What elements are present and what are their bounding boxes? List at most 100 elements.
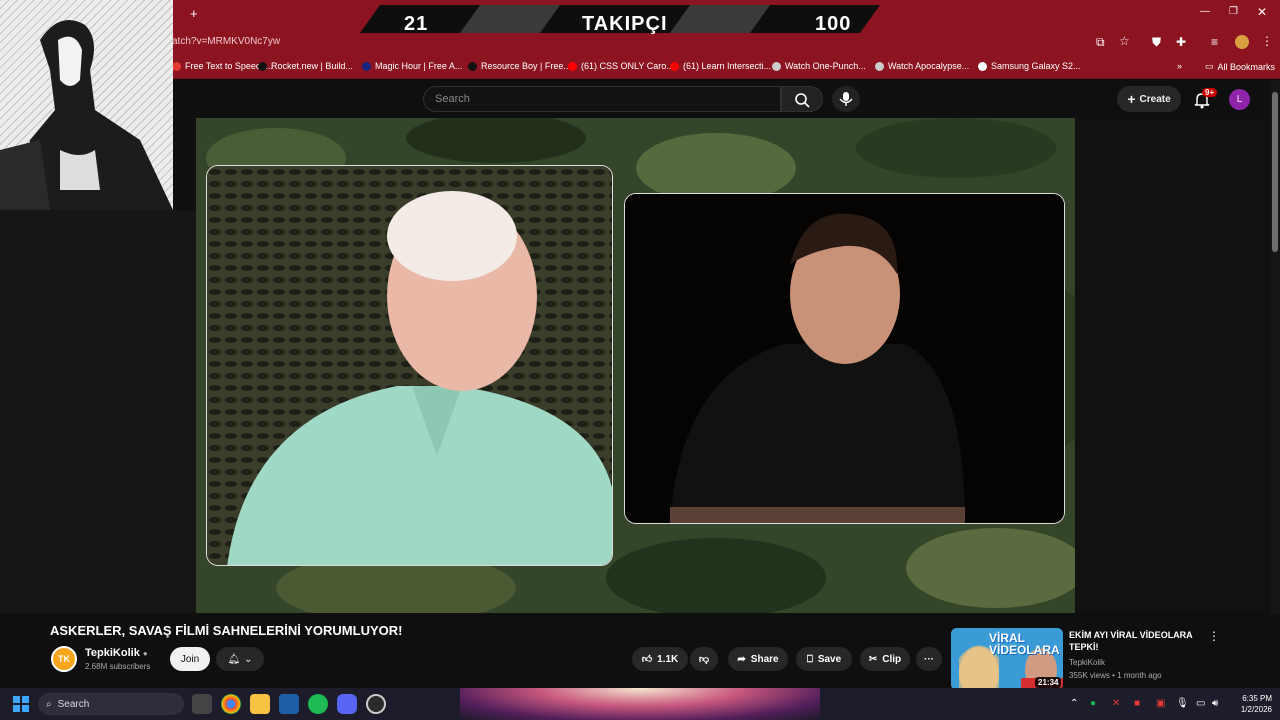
tray-mic-muted-icon[interactable]: ✕ (1112, 698, 1120, 709)
bookmark-item[interactable]: Watch Apocalypse... (875, 61, 969, 71)
new-tab-button[interactable]: + (190, 6, 198, 21)
tray-record-icon[interactable]: ■ (1134, 698, 1140, 709)
create-button[interactable]: + Create (1117, 86, 1181, 112)
all-bookmarks-button[interactable]: ▭ All Bookmarks (1205, 61, 1275, 72)
more-actions-button[interactable]: ··· (916, 647, 942, 671)
channel-avatar[interactable]: TK (51, 646, 77, 672)
bookmark-favicon-icon (772, 61, 781, 71)
speaker-figure (625, 194, 1064, 523)
video-player[interactable] (196, 118, 1075, 613)
manga-character-illustration (0, 0, 173, 210)
close-window-button[interactable]: ✕ (1257, 5, 1267, 19)
join-button[interactable]: Join (170, 647, 210, 671)
bookmark-favicon-icon (172, 61, 181, 71)
clip-button[interactable]: ✂ Clip (860, 647, 910, 671)
tray-app-icon[interactable]: ▣ (1156, 698, 1165, 709)
browser-menu-icon[interactable]: ⋮ (1261, 34, 1273, 48)
calculator-icon[interactable] (279, 694, 299, 714)
thumbs-up-icon: 👍︎ (641, 654, 653, 665)
dislike-button[interactable]: 👎︎ (690, 647, 718, 671)
save-button[interactable]: ⎕ Save (796, 647, 852, 671)
bookmark-favicon-icon (362, 61, 371, 71)
search-button[interactable] (781, 86, 823, 112)
bookmark-star-icon[interactable]: ☆ (1119, 34, 1130, 48)
taskbar-search[interactable]: ⌕ Search (38, 693, 184, 715)
search-input[interactable]: Search (423, 86, 781, 112)
clip-label: Clip (882, 653, 902, 665)
wallpaper-glow (460, 688, 820, 720)
scrollbar-thumb[interactable] (1272, 92, 1278, 252)
tray-spotify-icon[interactable]: ● (1090, 698, 1096, 709)
recommended-video-meta: 355K views • 1 month ago (1069, 671, 1162, 680)
obs-icon[interactable] (366, 694, 386, 714)
notification-count-badge: 9+ (1202, 88, 1218, 97)
voice-search-button[interactable] (832, 86, 860, 112)
bookmark-icon: ⎕ (806, 653, 813, 665)
bookmark-favicon-icon (468, 61, 477, 71)
tray-network-icon[interactable]: ▭ (1196, 698, 1205, 709)
bookmark-favicon-icon (875, 61, 884, 71)
bookmark-label: (61) Learn Intersecti... (683, 61, 772, 71)
folder-icon: ▭ (1205, 61, 1214, 71)
task-view-icon[interactable] (192, 694, 212, 714)
clock-date[interactable]: 1/2/2026 (1232, 705, 1272, 714)
thumbnail-caption: VİRAL VİDEOLARA (989, 631, 1060, 657)
discord-icon[interactable] (337, 694, 357, 714)
bookmark-item[interactable]: Watch One-Punch... (772, 61, 866, 71)
channel-name-text[interactable]: TepkiKolik (85, 647, 140, 659)
like-count: 1.1K (657, 653, 679, 665)
scissors-icon: ✂ (868, 653, 878, 665)
restore-window-button[interactable]: ❐ (1229, 6, 1238, 17)
recommended-video-title[interactable]: EKİM AYI VİRAL VİDEOLARA TEPKİ! (1069, 629, 1199, 653)
subscription-notification-button[interactable]: 🔔︎ ⌄ (216, 647, 264, 671)
extensions-puzzle-icon[interactable]: ✚ (1176, 35, 1186, 49)
minimize-window-button[interactable]: — (1200, 6, 1210, 17)
account-avatar[interactable]: L (1229, 89, 1250, 110)
like-button[interactable]: 👍︎ 1.1K (632, 647, 688, 671)
bookmark-favicon-icon (568, 61, 577, 71)
save-label: Save (817, 653, 842, 665)
verified-badge-icon: ● (142, 649, 148, 658)
windows-logo-icon (13, 696, 29, 712)
spotify-icon[interactable] (308, 694, 328, 714)
bookmark-item[interactable]: Samsung Galaxy S2... (978, 61, 1081, 71)
bookmark-item[interactable]: Magic Hour | Free A... (362, 61, 462, 71)
tray-microphone-icon[interactable]: 🎙︎ (1176, 698, 1189, 709)
all-bookmarks-label: All Bookmarks (1217, 61, 1276, 72)
share-label: Share (750, 653, 779, 665)
bookmark-item[interactable]: (61) CSS ONLY Caro... (568, 61, 674, 71)
channel-name[interactable]: TepkiKolik ● (85, 647, 148, 659)
bell-icon: 🔔︎ (227, 653, 241, 665)
profile-avatar-icon[interactable] (1235, 35, 1249, 49)
bookmark-label: Samsung Galaxy S2... (991, 61, 1081, 71)
file-explorer-icon[interactable] (250, 694, 270, 714)
bookmark-favicon-icon (670, 61, 679, 71)
recommended-channel-name[interactable]: TepkiKolik (1069, 658, 1105, 667)
recommended-more-icon[interactable]: ⋮ (1208, 629, 1220, 643)
page-background-right (1075, 118, 1268, 613)
bookmark-label: Watch Apocalypse... (888, 61, 970, 71)
webcam-overlay-image (0, 0, 173, 210)
bookmark-label: Resource Boy | Free... (481, 61, 571, 71)
install-app-icon[interactable]: ⧉ (1096, 35, 1105, 50)
url-text[interactable]: atch?v=MRMKV0Nc7yw (172, 36, 280, 47)
subscriber-count: 2.68M subscribers (85, 662, 151, 671)
bookmark-item[interactable]: Resource Boy | Free... (468, 61, 571, 71)
interviewee-video-panel (206, 165, 613, 566)
media-controls-icon[interactable]: ≡ (1211, 35, 1218, 49)
more-bookmarks-button[interactable]: » (1177, 61, 1182, 71)
bookmark-item[interactable]: (61) Learn Intersecti... (670, 61, 771, 71)
chrome-taskbar-icon[interactable] (221, 694, 241, 714)
bookmark-item[interactable]: Rocket.new | Build... (258, 61, 353, 71)
follower-goal-overlay: 21 TAKIPÇI 100 (360, 5, 900, 35)
extension-shield-icon[interactable]: ⛊ (1152, 35, 1161, 50)
windows-start-icon[interactable] (13, 696, 29, 712)
tray-volume-icon[interactable]: 🔊︎ (1212, 698, 1218, 709)
clock-time[interactable]: 6:35 PM (1232, 694, 1272, 703)
search-icon (795, 93, 810, 108)
chevron-down-icon: ⌄ (244, 653, 253, 665)
share-button[interactable]: ➦ Share (728, 647, 788, 671)
tray-overflow-icon[interactable]: ⌃ (1070, 698, 1078, 709)
microphone-icon (839, 92, 853, 106)
bookmark-favicon-icon (978, 61, 987, 71)
